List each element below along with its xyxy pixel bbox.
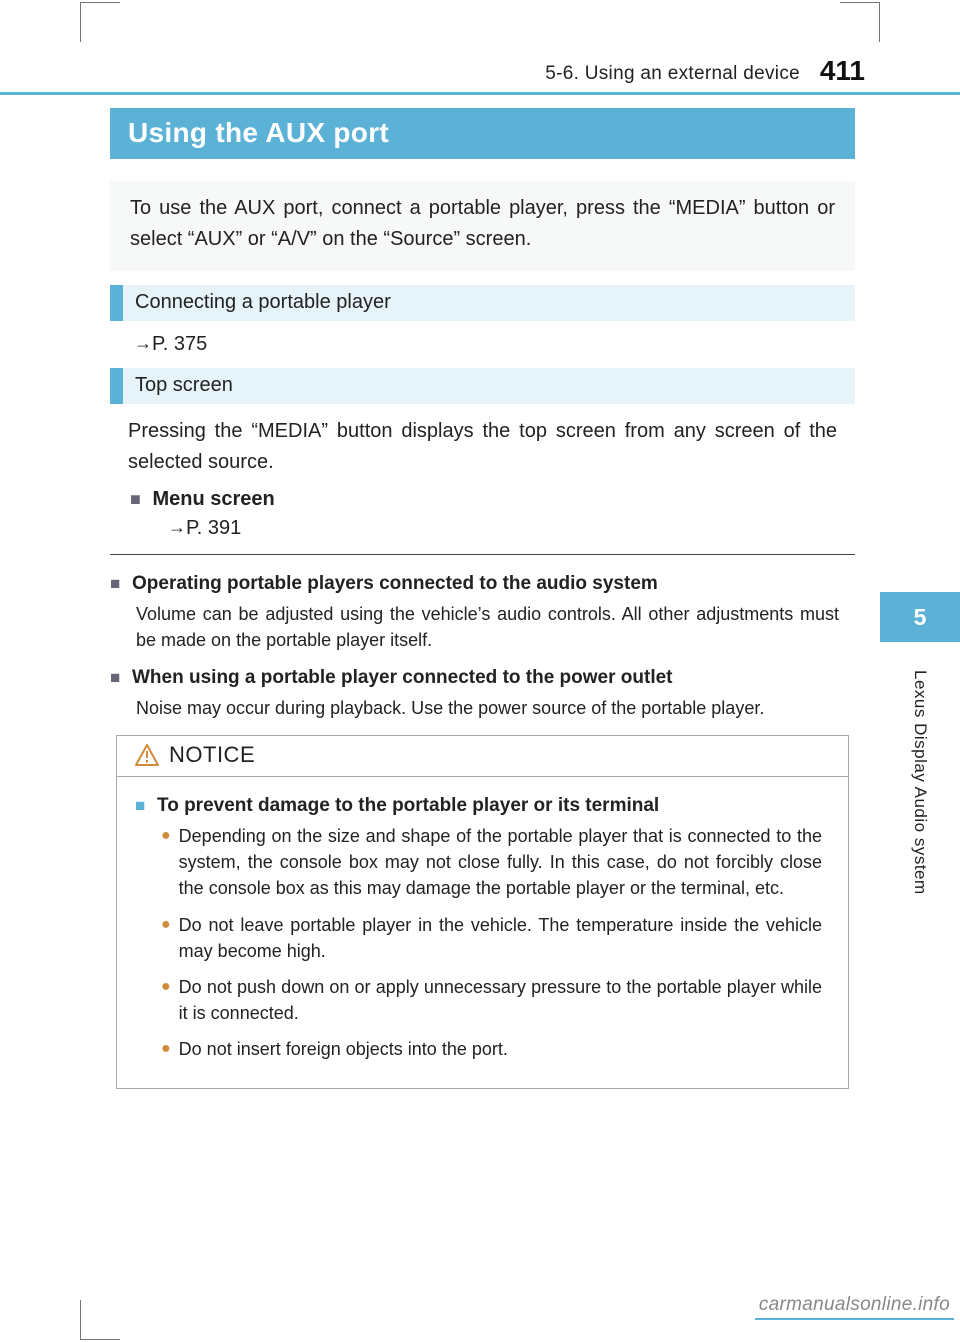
header-divider xyxy=(0,92,960,95)
page-reference: →P. 391 xyxy=(168,517,855,540)
chapter-number: 5 xyxy=(880,592,960,642)
warning-icon xyxy=(135,744,159,766)
notice-label: NOTICE xyxy=(169,742,255,768)
list-item: ● Do not leave portable player in the ve… xyxy=(161,912,822,964)
page-title: Using the AUX port xyxy=(110,108,855,159)
square-icon: ■ xyxy=(110,668,124,688)
accent-bar xyxy=(110,285,123,321)
bullet-text: Do not insert foreign objects into the p… xyxy=(179,1036,508,1062)
footer-text: carmanualsonline.info xyxy=(759,1294,950,1315)
note-heading-operating: ■ Operating portable players connected to… xyxy=(110,573,855,595)
note-title: Operating portable players connected to … xyxy=(132,573,658,594)
chapter-label: Lexus Display Audio system xyxy=(910,670,930,895)
section-heading-connecting: Connecting a portable player xyxy=(110,285,855,321)
page-reference: →P. 375 xyxy=(134,333,855,356)
square-icon: ■ xyxy=(135,796,149,816)
note-body: Volume can be adjusted using the vehicle… xyxy=(136,601,839,653)
notice-box: NOTICE ■ To prevent damage to the portabl… xyxy=(116,735,849,1089)
section-body: Pressing the “MEDIA” button displays the… xyxy=(128,416,837,478)
arrow-icon: → xyxy=(168,517,186,537)
section-label: Top screen xyxy=(123,368,245,404)
note-body: Noise may occur during playback. Use the… xyxy=(136,695,839,721)
notice-heading: ■ To prevent damage to the portable playe… xyxy=(135,795,822,817)
note-heading-power: ■ When using a portable player connected … xyxy=(110,667,855,689)
footer-watermark: carmanualsonline.info xyxy=(755,1292,954,1320)
arrow-icon: → xyxy=(134,333,152,353)
divider xyxy=(110,554,855,555)
bullet-icon: ● xyxy=(161,914,171,964)
bullet-icon: ● xyxy=(161,825,171,901)
list-item: ● Do not insert foreign objects into the… xyxy=(161,1036,822,1062)
menu-screen-label: ■ Menu screen xyxy=(130,488,855,511)
page-content: Using the AUX port To use the AUX port, … xyxy=(110,108,855,1089)
bullet-text: Do not leave portable player in the vehi… xyxy=(179,912,822,964)
notice-title: To prevent damage to the portable player… xyxy=(157,795,659,816)
crop-mark xyxy=(80,1339,120,1340)
ref-text: P. 375 xyxy=(152,333,207,355)
bullet-icon: ● xyxy=(161,976,171,1026)
bullet-icon: ● xyxy=(161,1038,171,1062)
accent-bar xyxy=(110,368,123,404)
bullet-text: Do not push down on or apply unnecessary… xyxy=(179,974,822,1026)
square-icon: ■ xyxy=(130,489,141,509)
list-item: ● Do not push down on or apply unnecessa… xyxy=(161,974,822,1026)
notice-bullet-list: ● Depending on the size and shape of the… xyxy=(161,823,822,1062)
section-label: Connecting a portable player xyxy=(123,285,403,321)
page-number: 411 xyxy=(820,55,865,87)
ref-text: P. 391 xyxy=(186,517,241,539)
list-item: ● Depending on the size and shape of the… xyxy=(161,823,822,901)
crop-mark xyxy=(80,2,120,3)
menu-label-text: Menu screen xyxy=(152,488,274,510)
breadcrumb: 5-6. Using an external device xyxy=(545,63,800,85)
notice-header: NOTICE xyxy=(117,736,848,777)
notice-body: ■ To prevent damage to the portable playe… xyxy=(117,777,848,1088)
section-heading-top-screen: Top screen xyxy=(110,368,855,404)
note-title: When using a portable player connected t… xyxy=(132,667,673,688)
bullet-text: Depending on the size and shape of the p… xyxy=(179,823,822,901)
intro-text: To use the AUX port, connect a portable … xyxy=(110,181,855,271)
square-icon: ■ xyxy=(110,574,124,594)
side-tab: 5 Lexus Display Audio system xyxy=(880,592,960,895)
crop-mark xyxy=(840,2,880,3)
